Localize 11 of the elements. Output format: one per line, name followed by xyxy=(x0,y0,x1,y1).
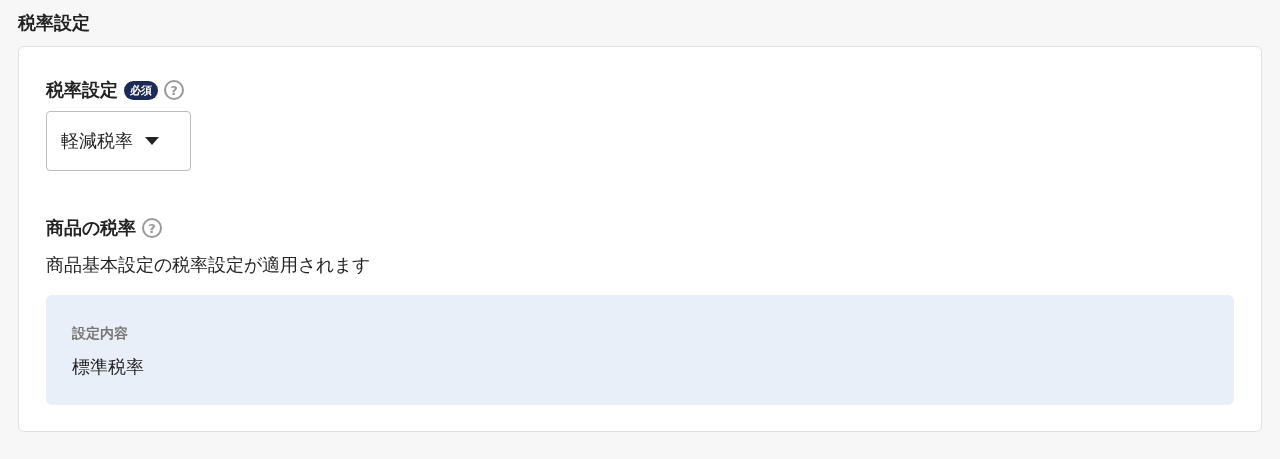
help-icon[interactable]: ? xyxy=(142,218,162,238)
description-text: 商品基本設定の税率設定が適用されます xyxy=(46,253,371,277)
info-value: 標準税率 xyxy=(72,355,145,379)
field-label: 商品の税率 xyxy=(46,216,136,240)
field-label: 税率設定 xyxy=(46,78,118,102)
section-title: 税率設定 xyxy=(18,11,91,35)
caret-icon xyxy=(145,137,159,145)
info-heading: 設定内容 xyxy=(72,325,129,343)
required-badge: 必須 xyxy=(124,80,158,100)
help-icon[interactable]: ? xyxy=(164,80,184,100)
tax-rate-dropdown[interactable]: 軽減税率 xyxy=(46,111,191,171)
